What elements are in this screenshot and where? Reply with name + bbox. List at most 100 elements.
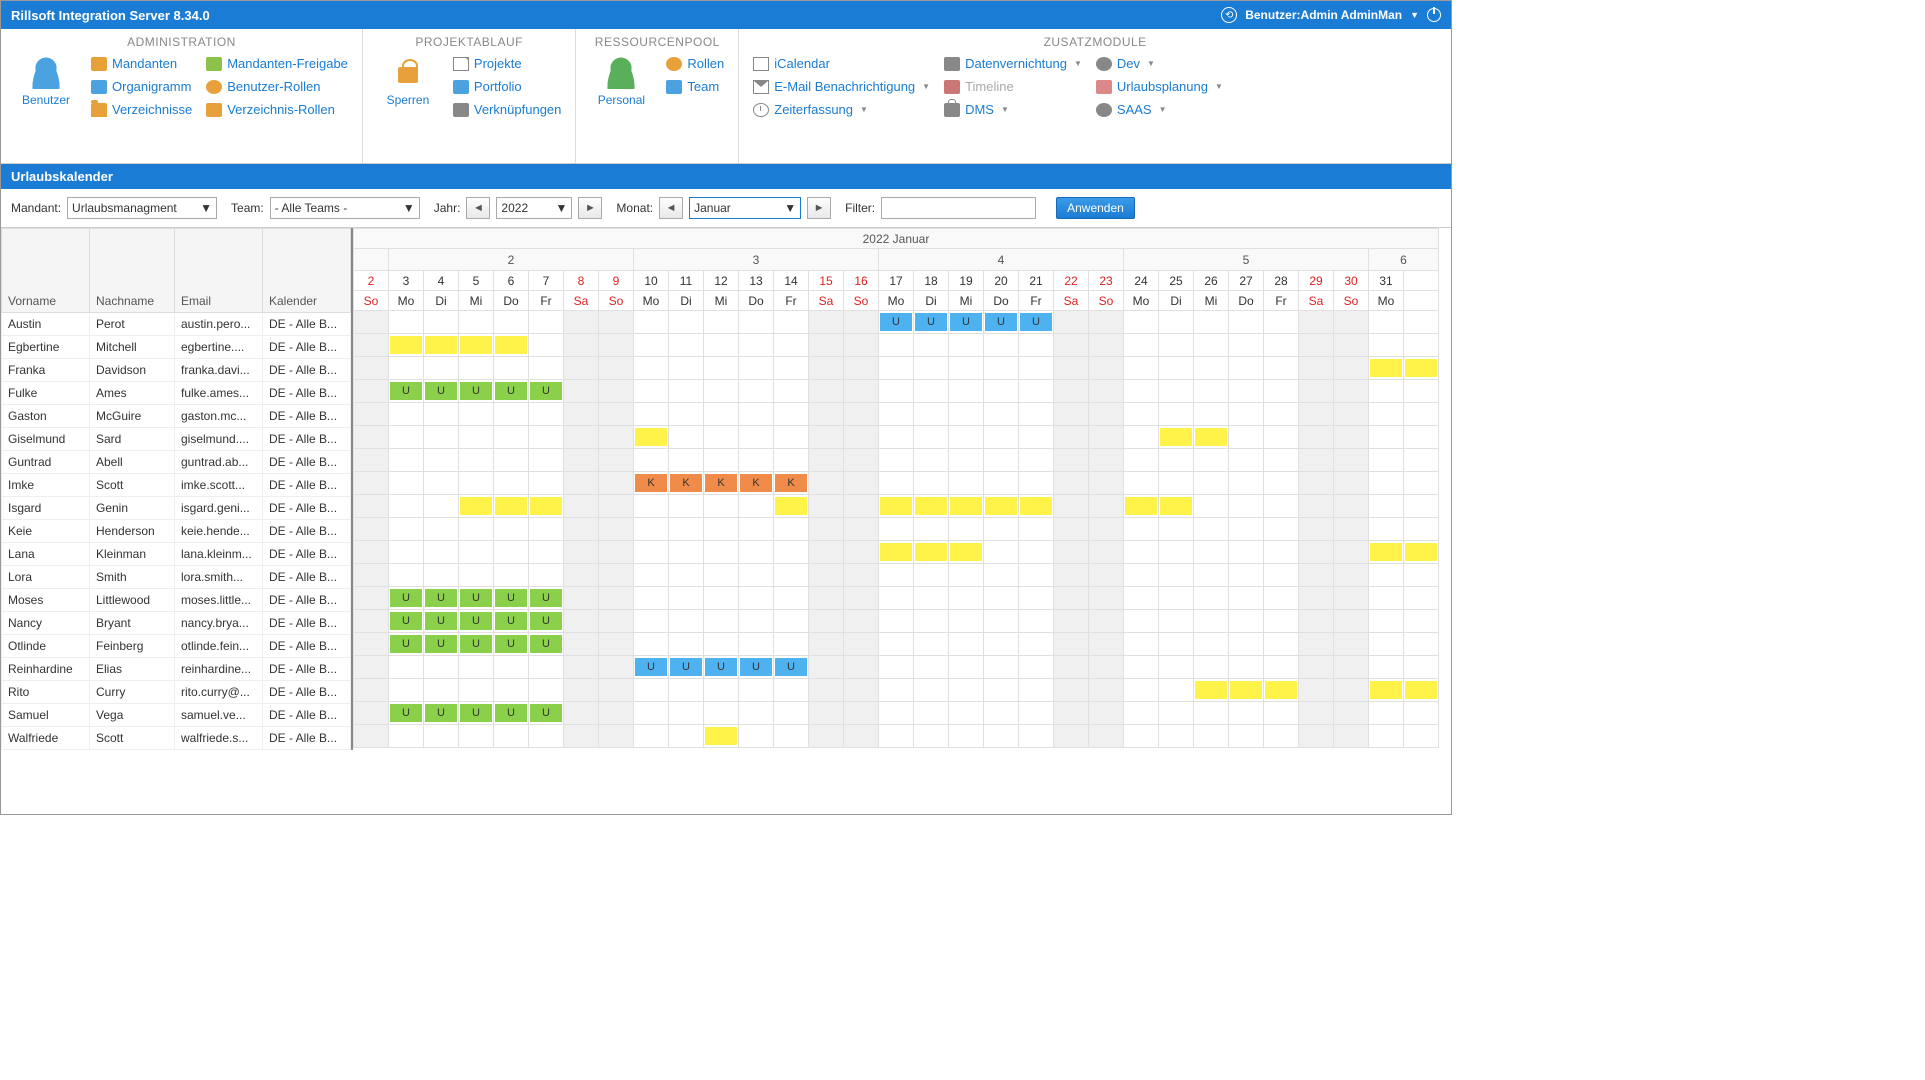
calendar-cell[interactable] xyxy=(1159,426,1194,449)
calendar-cell[interactable] xyxy=(1264,403,1299,426)
calendar-cell[interactable] xyxy=(844,472,879,495)
calendar-cell[interactable] xyxy=(1334,495,1369,518)
calendar-cell[interactable] xyxy=(669,587,704,610)
calendar-cell[interactable] xyxy=(1404,311,1439,334)
calendar-cell[interactable] xyxy=(704,587,739,610)
calendar-cell[interactable] xyxy=(914,518,949,541)
calendar-cell[interactable] xyxy=(1019,403,1054,426)
calendar-cell[interactable] xyxy=(634,679,669,702)
calendar-cell[interactable] xyxy=(739,311,774,334)
calendar-cell[interactable] xyxy=(879,403,914,426)
calendar-cell[interactable] xyxy=(844,633,879,656)
calendar-cell[interactable] xyxy=(844,679,879,702)
calendar-cell[interactable] xyxy=(1369,541,1404,564)
calendar-cell[interactable] xyxy=(1089,587,1124,610)
calendar-cell[interactable] xyxy=(984,472,1019,495)
calendar-cell[interactable] xyxy=(354,334,389,357)
calendar-cell[interactable] xyxy=(1089,564,1124,587)
calendar-cell[interactable] xyxy=(774,679,809,702)
calendar-cell[interactable] xyxy=(599,472,634,495)
calendar-cell[interactable] xyxy=(634,334,669,357)
calendar-cell[interactable] xyxy=(669,679,704,702)
calendar-cell[interactable] xyxy=(599,633,634,656)
calendar-cell[interactable] xyxy=(1369,564,1404,587)
calendar-cell[interactable] xyxy=(1264,656,1299,679)
calendar-cell[interactable] xyxy=(1369,334,1404,357)
calendar-cell[interactable] xyxy=(1229,380,1264,403)
calendar-cell[interactable] xyxy=(599,357,634,380)
calendar-cell[interactable] xyxy=(949,472,984,495)
calendar-cell[interactable]: U xyxy=(494,587,529,610)
calendar-cell[interactable] xyxy=(494,403,529,426)
calendar-cell[interactable] xyxy=(1159,679,1194,702)
table-row[interactable]: AustinPerotaustin.pero...DE - Alle B... xyxy=(2,313,351,336)
calendar-cell[interactable] xyxy=(1229,334,1264,357)
calendar-cell[interactable] xyxy=(1229,656,1264,679)
calendar-cell[interactable] xyxy=(1054,610,1089,633)
sync-icon[interactable]: ⟲ xyxy=(1221,7,1237,23)
calendar-cell[interactable] xyxy=(1334,725,1369,748)
calendar-cell[interactable] xyxy=(1194,587,1229,610)
calendar-cell[interactable] xyxy=(984,610,1019,633)
calendar-cell[interactable] xyxy=(809,449,844,472)
icalendar-item[interactable]: iCalendar xyxy=(749,53,934,74)
calendar-cell[interactable] xyxy=(1264,426,1299,449)
calendar-cell[interactable] xyxy=(1229,725,1264,748)
calendar-cell[interactable] xyxy=(914,679,949,702)
calendar-cell[interactable] xyxy=(634,357,669,380)
calendar-cell[interactable] xyxy=(914,702,949,725)
calendar-cell[interactable] xyxy=(1334,472,1369,495)
calendar-cell[interactable]: U xyxy=(424,610,459,633)
calendar-cell[interactable] xyxy=(1299,495,1334,518)
calendar-cell[interactable] xyxy=(984,587,1019,610)
calendar-cell[interactable] xyxy=(564,679,599,702)
calendar-cell[interactable] xyxy=(984,633,1019,656)
table-row[interactable]: ImkeScottimke.scott...DE - Alle B... xyxy=(2,474,351,497)
calendar-cell[interactable] xyxy=(1299,426,1334,449)
calendar-cell[interactable] xyxy=(634,380,669,403)
calendar-cell[interactable] xyxy=(739,449,774,472)
calendar-cell[interactable] xyxy=(949,426,984,449)
calendar-cell[interactable] xyxy=(1404,472,1439,495)
calendar-cell[interactable] xyxy=(774,311,809,334)
calendar-cell[interactable] xyxy=(1019,564,1054,587)
calendar-cell[interactable] xyxy=(1019,495,1054,518)
calendar-cell[interactable] xyxy=(669,334,704,357)
calendar-cell[interactable] xyxy=(1264,633,1299,656)
calendar-cell[interactable] xyxy=(914,633,949,656)
calendar-cell[interactable] xyxy=(704,541,739,564)
calendar-cell[interactable] xyxy=(669,518,704,541)
calendar-cell[interactable] xyxy=(704,334,739,357)
power-icon[interactable] xyxy=(1427,8,1441,22)
calendar-cell[interactable]: U xyxy=(459,610,494,633)
calendar-cell[interactable] xyxy=(1299,403,1334,426)
verzeichnis-rollen-item[interactable]: Verzeichnis-Rollen xyxy=(202,99,352,120)
calendar-cell[interactable] xyxy=(564,610,599,633)
calendar-cell[interactable] xyxy=(564,495,599,518)
calendar-cell[interactable] xyxy=(1299,334,1334,357)
calendar-cell[interactable] xyxy=(564,587,599,610)
calendar-cell[interactable] xyxy=(1229,610,1264,633)
table-row[interactable]: KeieHendersonkeie.hende...DE - Alle B... xyxy=(2,520,351,543)
jahr-select[interactable]: 2022▼ xyxy=(496,197,572,219)
sperren-button[interactable]: Sperren xyxy=(373,53,443,111)
urlaubsplanung-item[interactable]: Urlaubsplanung▼ xyxy=(1092,76,1227,97)
calendar-cell[interactable] xyxy=(1264,311,1299,334)
calendar-cell[interactable]: U xyxy=(494,610,529,633)
calendar-cell[interactable] xyxy=(879,472,914,495)
calendar-cell[interactable] xyxy=(949,702,984,725)
calendar-cell[interactable] xyxy=(809,357,844,380)
calendar-cell[interactable] xyxy=(1054,656,1089,679)
calendar-cell[interactable] xyxy=(1194,610,1229,633)
calendar-cell[interactable] xyxy=(669,495,704,518)
calendar-cell[interactable] xyxy=(1124,449,1159,472)
calendar-cell[interactable] xyxy=(354,633,389,656)
calendar-cell[interactable] xyxy=(634,449,669,472)
calendar-cell[interactable] xyxy=(1229,702,1264,725)
col-vorname[interactable]: Vorname xyxy=(2,229,90,313)
calendar-cell[interactable] xyxy=(774,449,809,472)
calendar-cell[interactable] xyxy=(1089,518,1124,541)
calendar-cell[interactable] xyxy=(1299,679,1334,702)
calendar-cell[interactable] xyxy=(844,357,879,380)
calendar-cell[interactable] xyxy=(809,587,844,610)
